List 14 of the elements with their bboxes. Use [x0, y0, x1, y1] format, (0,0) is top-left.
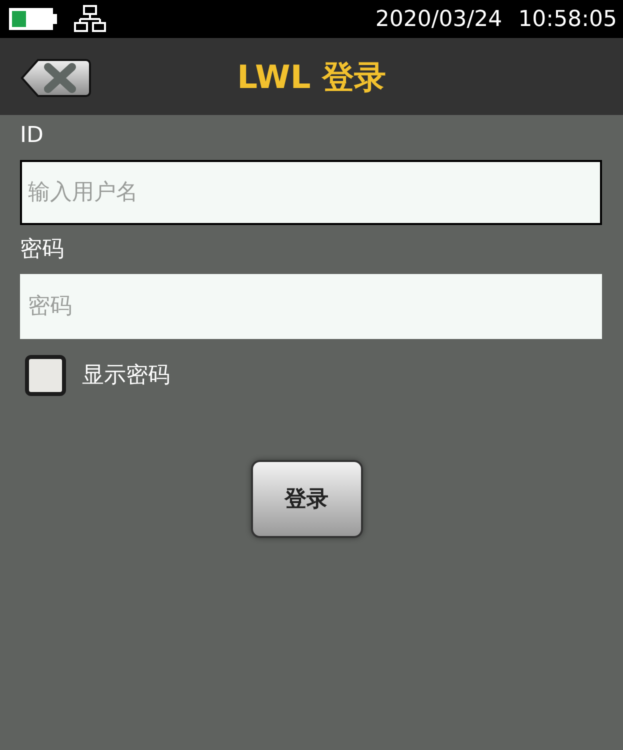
login-button[interactable]: 登录: [250, 460, 362, 538]
battery-icon: [8, 7, 58, 31]
close-button[interactable]: [20, 58, 92, 98]
close-icon: [20, 58, 92, 98]
input-field[interactable]: 输入用户名: [20, 160, 602, 225]
status-time: 10:58:05: [518, 6, 617, 34]
field-label: ID: [20, 122, 44, 150]
input-field[interactable]: 密码: [20, 274, 602, 339]
network-icon: [74, 5, 106, 33]
page-title: LWL 登录: [237, 56, 386, 98]
status-date: 2020/03/24: [375, 6, 502, 34]
checkbox-label[interactable]: 显示密码: [82, 359, 170, 392]
field-label: 密码: [20, 236, 64, 264]
checkbox[interactable]: [25, 355, 66, 396]
